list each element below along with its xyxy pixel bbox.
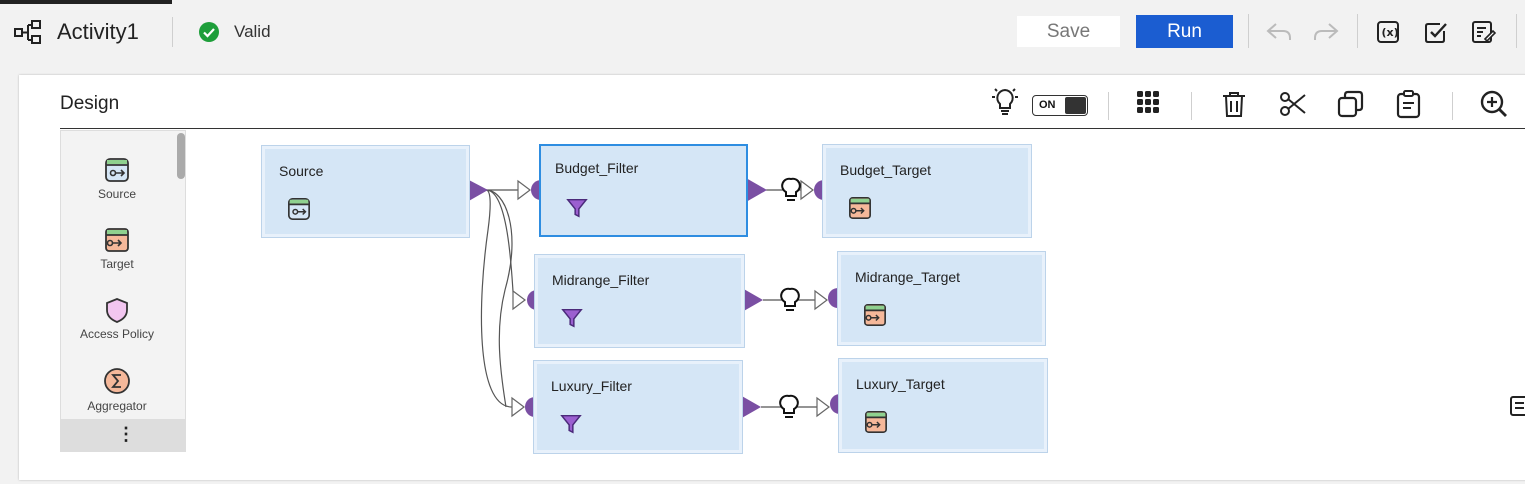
target-icon <box>864 304 886 326</box>
node-label: Luxury_Filter <box>551 378 632 394</box>
properties-panel-icon[interactable] <box>1510 395 1525 417</box>
output-port[interactable] <box>742 288 763 312</box>
input-arrow <box>800 179 814 201</box>
link-rule-icon[interactable] <box>781 177 801 201</box>
mapping-connectors <box>467 177 850 419</box>
link-source-luxury <box>480 189 513 408</box>
link-rule-icon[interactable] <box>779 394 799 418</box>
input-arrow <box>511 396 525 418</box>
node-luxury-filter[interactable]: Luxury_Filter <box>533 360 743 454</box>
node-label: Budget_Target <box>840 162 932 178</box>
filter-icon <box>561 308 583 328</box>
node-label: Source <box>279 163 324 179</box>
node-label: Midrange_Target <box>855 269 961 285</box>
target-icon <box>865 411 887 433</box>
input-arrow <box>816 396 830 418</box>
source-icon <box>288 198 310 220</box>
input-arrow <box>517 179 531 201</box>
target-icon <box>849 197 871 219</box>
output-port[interactable] <box>740 395 761 419</box>
output-port[interactable] <box>746 178 767 202</box>
node-label: Midrange_Filter <box>552 272 650 288</box>
filter-icon <box>560 414 582 434</box>
node-label: Budget_Filter <box>555 160 639 176</box>
node-budget-filter[interactable]: Budget_Filter <box>539 144 748 237</box>
node-budget-target[interactable]: Budget_Target <box>822 144 1032 238</box>
node-midrange-filter[interactable]: Midrange_Filter <box>534 254 745 348</box>
output-port[interactable] <box>467 179 488 202</box>
node-luxury-target[interactable]: Luxury_Target <box>838 358 1048 453</box>
filter-icon <box>566 198 588 218</box>
link-source-luxury-2 <box>485 189 513 408</box>
input-arrow <box>814 289 828 311</box>
node-label: Luxury_Target <box>856 376 945 392</box>
node-source[interactable]: Source <box>261 145 470 238</box>
node-midrange-target[interactable]: Midrange_Target <box>837 251 1046 346</box>
link-rule-icon[interactable] <box>780 287 800 311</box>
input-arrow <box>512 289 526 311</box>
